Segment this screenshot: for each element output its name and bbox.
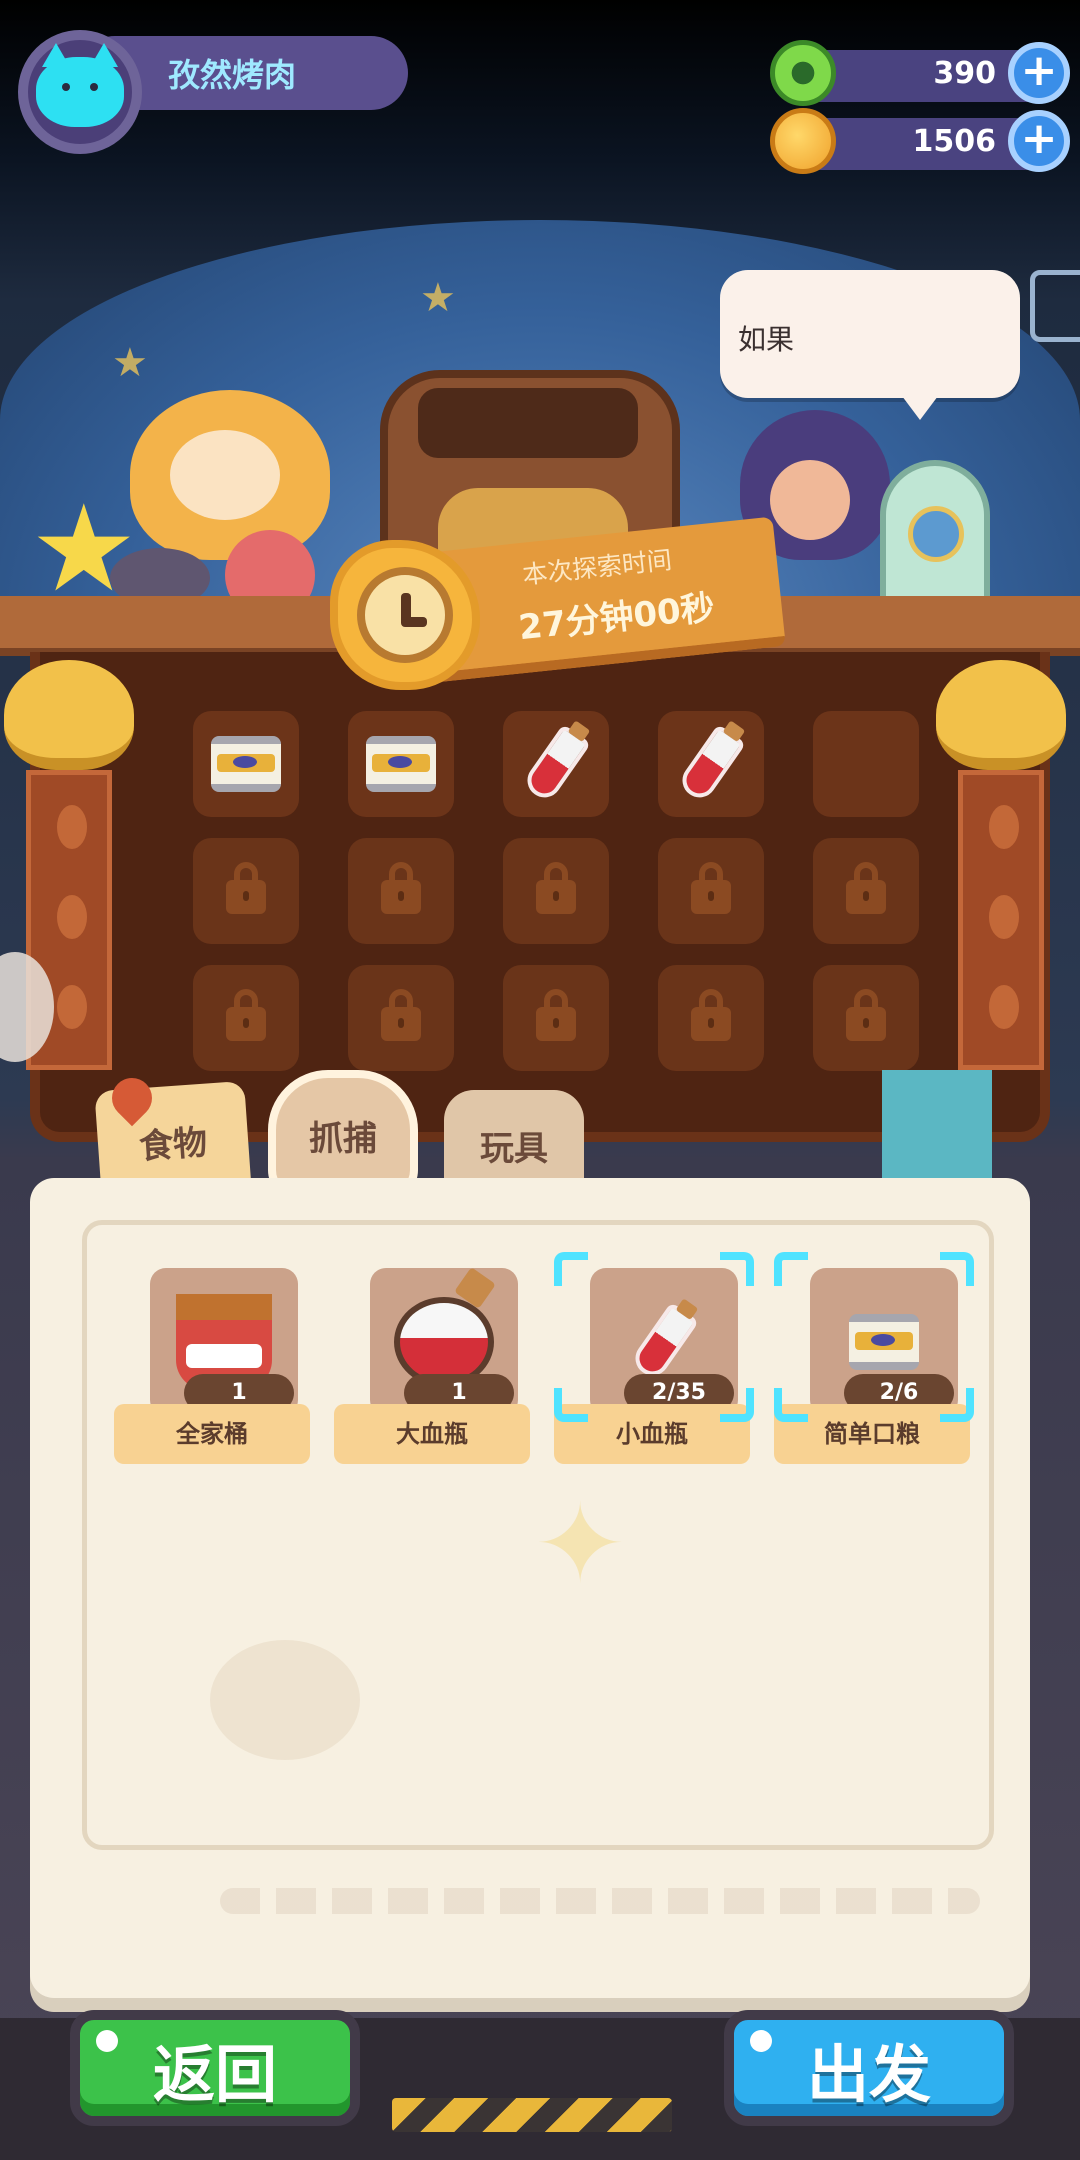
green-coin-icon <box>770 40 836 106</box>
fish-icon <box>57 805 87 849</box>
speech-bubble: 如果 <box>720 270 1020 420</box>
backpack-slot-locked[interactable] <box>658 965 764 1071</box>
page-divider <box>220 1888 980 1914</box>
speech-text: 如果 <box>738 323 795 356</box>
bookmark-icon[interactable] <box>882 1070 992 1180</box>
backpack-slot-empty[interactable] <box>813 711 919 817</box>
backpack-slot-locked[interactable] <box>348 838 454 944</box>
backpack-slot[interactable] <box>658 711 764 817</box>
cat-avatar-icon <box>36 43 124 127</box>
backpack-slot-locked[interactable] <box>503 965 609 1071</box>
small-potion-icon <box>675 723 747 805</box>
selection-corner <box>554 1388 588 1422</box>
backpack-slot-locked[interactable] <box>503 838 609 944</box>
lock-icon <box>226 989 266 1041</box>
selection-corner <box>720 1388 754 1422</box>
canned-food-icon <box>366 736 436 792</box>
currency-value: 390 <box>933 56 996 91</box>
selection-corner <box>940 1252 974 1286</box>
small-potion-icon <box>520 723 592 805</box>
selection-corner <box>774 1252 808 1286</box>
lock-icon <box>381 989 421 1041</box>
backpack-slot-locked[interactable] <box>813 965 919 1071</box>
canned-food-icon <box>849 1314 919 1370</box>
fish-icon <box>989 895 1019 939</box>
planet-coin-icon <box>770 108 836 174</box>
item-card-selected[interactable]: 2/6 简单口粮 <box>774 1252 974 1464</box>
item-card[interactable]: 1 大血瓶 <box>334 1268 534 1464</box>
share-icon[interactable] <box>1030 270 1080 342</box>
lock-icon <box>846 989 886 1041</box>
backpack-slot[interactable] <box>193 711 299 817</box>
backpack-slot-locked[interactable] <box>348 965 454 1071</box>
small-potion-icon <box>628 1301 700 1383</box>
item-name: 全家桶 <box>114 1404 310 1464</box>
lock-icon <box>691 989 731 1041</box>
currency-planet: 1506 + <box>770 108 1070 174</box>
player-name: 孜然烤肉 <box>168 56 297 94</box>
lock-icon <box>226 862 266 914</box>
player-profile[interactable]: 孜然烤肉 <box>18 30 408 154</box>
bell-icon <box>4 660 134 770</box>
star-icon: ★ <box>112 340 148 386</box>
back-button[interactable]: 返回 <box>70 2010 360 2126</box>
add-currency-button[interactable]: + <box>1008 110 1070 172</box>
item-card-selected[interactable]: 2/35 小血瓶 <box>554 1252 754 1464</box>
item-name: 大血瓶 <box>334 1404 530 1464</box>
depart-button[interactable]: 出发 <box>724 2010 1014 2126</box>
clock-icon <box>357 567 453 663</box>
selection-corner <box>774 1388 808 1422</box>
fish-icon <box>989 985 1019 1029</box>
bell-banner-right <box>936 660 1066 1080</box>
lock-icon <box>536 989 576 1041</box>
selection-corner <box>720 1252 754 1286</box>
currency-value: 1506 <box>912 124 997 159</box>
backpack-slot-locked[interactable] <box>193 838 299 944</box>
backpack-slot[interactable] <box>503 711 609 817</box>
bell-icon <box>936 660 1066 770</box>
item-card[interactable]: 1 全家桶 <box>114 1268 314 1464</box>
lock-icon <box>691 862 731 914</box>
fish-icon <box>57 895 87 939</box>
selection-corner <box>554 1252 588 1286</box>
backpack-slot-locked[interactable] <box>658 838 764 944</box>
backpack-slot-locked[interactable] <box>813 838 919 944</box>
orange-cat-character <box>130 390 330 560</box>
lock-icon <box>536 862 576 914</box>
currency-green: 390 + <box>770 40 1070 106</box>
lock-icon <box>846 862 886 914</box>
backpack-slot[interactable] <box>348 711 454 817</box>
hazard-stripe <box>392 2098 672 2132</box>
fish-icon <box>57 985 87 1029</box>
add-currency-button[interactable]: + <box>1008 42 1070 104</box>
planet-decoration-icon <box>210 1640 360 1760</box>
fish-icon <box>989 805 1019 849</box>
lock-icon <box>381 862 421 914</box>
avatar[interactable] <box>18 30 142 154</box>
sparkle-icon: ✦ <box>534 1480 627 1608</box>
star-icon: ★ <box>420 275 456 321</box>
selection-corner <box>940 1388 974 1422</box>
backpack-slot-locked[interactable] <box>193 965 299 1071</box>
canned-food-icon <box>211 736 281 792</box>
